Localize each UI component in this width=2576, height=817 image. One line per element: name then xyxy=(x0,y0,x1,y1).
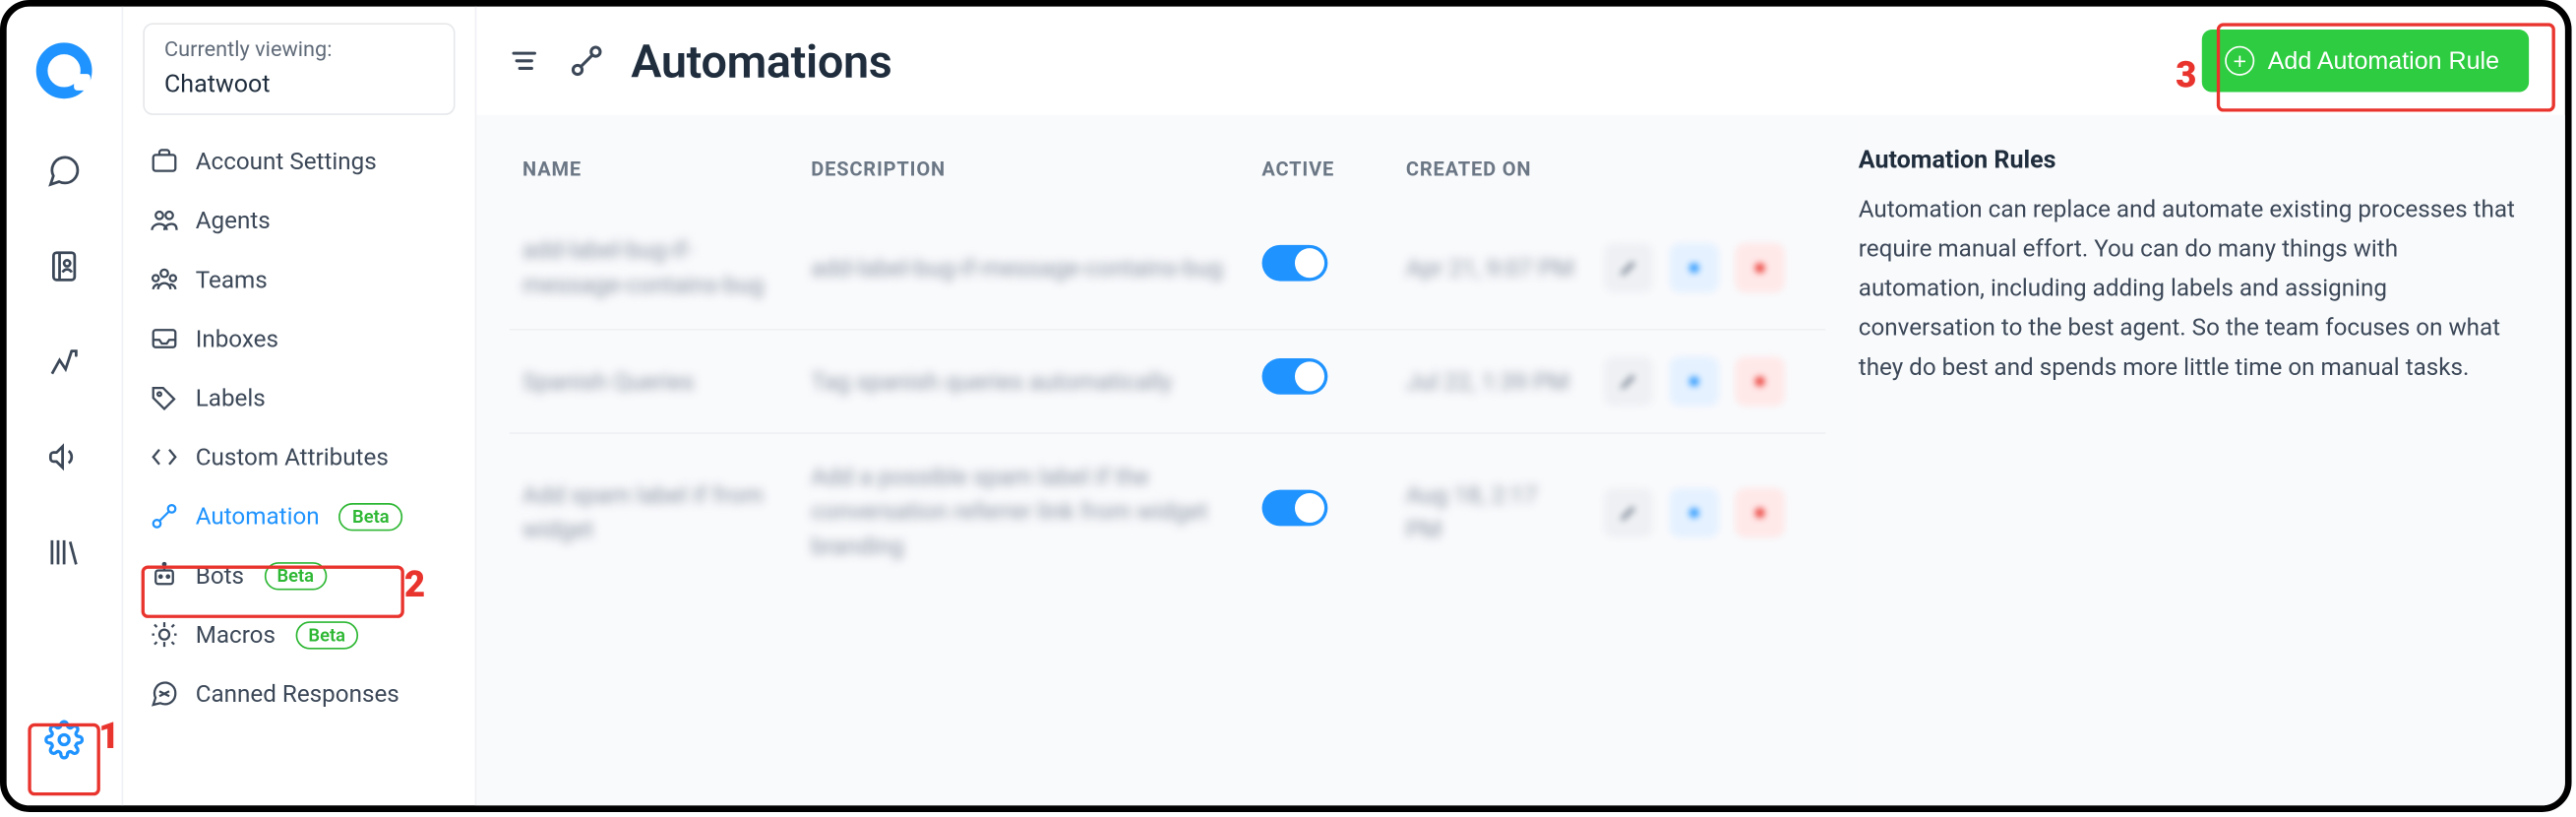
library-icon xyxy=(46,534,83,571)
cell-description: Add a possible spam label if the convers… xyxy=(798,433,1249,591)
cell-created: Aug 18, 2:17 PM xyxy=(1393,433,1592,591)
tag-icon xyxy=(150,384,179,413)
sidebar-item-label: Custom Attributes xyxy=(196,444,389,471)
rail-conversations[interactable] xyxy=(31,138,97,204)
col-created: CREATED ON xyxy=(1393,145,1592,207)
sidebar-item-inboxes[interactable]: Inboxes xyxy=(137,310,462,369)
info-title: Automation Rules xyxy=(1859,145,2529,174)
account-switcher[interactable]: Currently viewing: Chatwoot xyxy=(143,23,455,115)
active-toggle[interactable] xyxy=(1261,489,1327,526)
info-text: Automation can replace and automate exis… xyxy=(1859,191,2529,388)
sidebar-item-label: Inboxes xyxy=(196,325,278,352)
rail-help-center[interactable] xyxy=(31,520,97,586)
sidebar-item-label: Account Settings xyxy=(196,148,377,175)
code-icon xyxy=(150,443,179,472)
cell-name: add-label-bug-if-message-contains-bug xyxy=(510,207,798,329)
settings-sidebar: Currently viewing: Chatwoot Account Sett… xyxy=(122,7,475,806)
menu-icon[interactable] xyxy=(506,42,542,79)
cell-created: Apr 21, 9:07 PM xyxy=(1393,207,1592,329)
sidebar-item-label: Canned Responses xyxy=(196,680,399,708)
cell-description: add-label-bug-if-message-contains-bug xyxy=(798,207,1249,329)
canned-icon xyxy=(150,679,179,709)
page-title: Automations xyxy=(631,33,891,88)
briefcase-icon xyxy=(150,147,179,176)
table-row: add-label-bug-if-message-contains-bug ad… xyxy=(510,207,1826,329)
sidebar-item-labels[interactable]: Labels xyxy=(137,369,462,428)
col-name: NAME xyxy=(510,145,798,207)
table-row: Spanish Queries Tag spanish queries auto… xyxy=(510,330,1826,433)
sidebar-item-automation[interactable]: Automation Beta xyxy=(137,487,462,546)
megaphone-icon xyxy=(46,439,83,475)
plus-circle-icon: + xyxy=(2225,46,2254,76)
beta-badge: Beta xyxy=(295,621,358,650)
sidebar-item-label: Macros xyxy=(196,621,276,649)
topbar: Automations + Add Automation Rule xyxy=(476,7,2565,115)
edit-button[interactable] xyxy=(1604,487,1653,536)
rail-settings[interactable] xyxy=(31,707,97,773)
sidebar-item-label: Bots xyxy=(196,562,244,590)
rail-reports[interactable] xyxy=(31,329,97,395)
sidebar-item-label: Automation xyxy=(196,503,320,531)
viewing-value: Chatwoot xyxy=(164,69,434,101)
automation-icon xyxy=(569,42,605,79)
sidebar-item-account-settings[interactable]: Account Settings xyxy=(137,132,462,191)
cell-name: Spanish Queries xyxy=(510,330,798,433)
add-automation-rule-button[interactable]: + Add Automation Rule xyxy=(2202,30,2529,92)
icon-rail xyxy=(7,7,122,806)
app-logo xyxy=(36,42,92,98)
active-toggle[interactable] xyxy=(1261,245,1327,282)
col-description: DESCRIPTION xyxy=(798,145,1249,207)
reports-icon xyxy=(46,344,83,380)
sidebar-item-label: Agents xyxy=(196,207,271,234)
edit-button[interactable] xyxy=(1604,243,1653,292)
delete-button[interactable] xyxy=(1736,356,1785,406)
active-toggle[interactable] xyxy=(1261,358,1327,395)
sidebar-item-macros[interactable]: Macros Beta xyxy=(137,605,462,664)
rail-contacts[interactable] xyxy=(31,233,97,299)
automation-icon xyxy=(150,502,179,532)
gear-icon xyxy=(44,720,84,759)
delete-button[interactable] xyxy=(1736,243,1785,292)
sidebar-item-canned-responses[interactable]: Canned Responses xyxy=(137,664,462,723)
sidebar-item-custom-attributes[interactable]: Custom Attributes xyxy=(137,428,462,487)
automation-table: NAME DESCRIPTION ACTIVE CREATED ON add-l… xyxy=(476,115,1858,805)
macros-icon xyxy=(150,620,179,650)
sidebar-item-label: Teams xyxy=(196,266,268,293)
delete-button[interactable] xyxy=(1736,487,1785,536)
bot-icon xyxy=(150,561,179,591)
copy-button[interactable] xyxy=(1670,243,1719,292)
cell-created: Jul 22, 1:39 PM xyxy=(1393,330,1592,433)
rail-campaigns[interactable] xyxy=(31,424,97,490)
agents-icon xyxy=(150,206,179,235)
copy-button[interactable] xyxy=(1670,487,1719,536)
sidebar-item-teams[interactable]: Teams xyxy=(137,250,462,309)
info-panel: Automation Rules Automation can replace … xyxy=(1859,115,2565,805)
table-row: Add spam label if from widget Add a poss… xyxy=(510,433,1826,591)
chat-icon xyxy=(46,153,83,189)
sidebar-item-bots[interactable]: Bots Beta xyxy=(137,546,462,605)
sidebar-item-label: Labels xyxy=(196,385,266,412)
add-button-label: Add Automation Rule xyxy=(2268,47,2499,75)
viewing-label: Currently viewing: xyxy=(164,37,434,65)
col-active: ACTIVE xyxy=(1249,145,1393,207)
beta-badge: Beta xyxy=(339,503,402,532)
teams-icon xyxy=(150,266,179,295)
sidebar-item-agents[interactable]: Agents xyxy=(137,191,462,250)
copy-button[interactable] xyxy=(1670,356,1719,406)
main-content: Automations + Add Automation Rule NAME D… xyxy=(475,7,2565,806)
cell-name: Add spam label if from widget xyxy=(510,433,798,591)
contact-book-icon xyxy=(46,248,83,284)
beta-badge: Beta xyxy=(264,562,327,591)
cell-description: Tag spanish queries automatically xyxy=(798,330,1249,433)
edit-button[interactable] xyxy=(1604,356,1653,406)
inbox-icon xyxy=(150,325,179,354)
